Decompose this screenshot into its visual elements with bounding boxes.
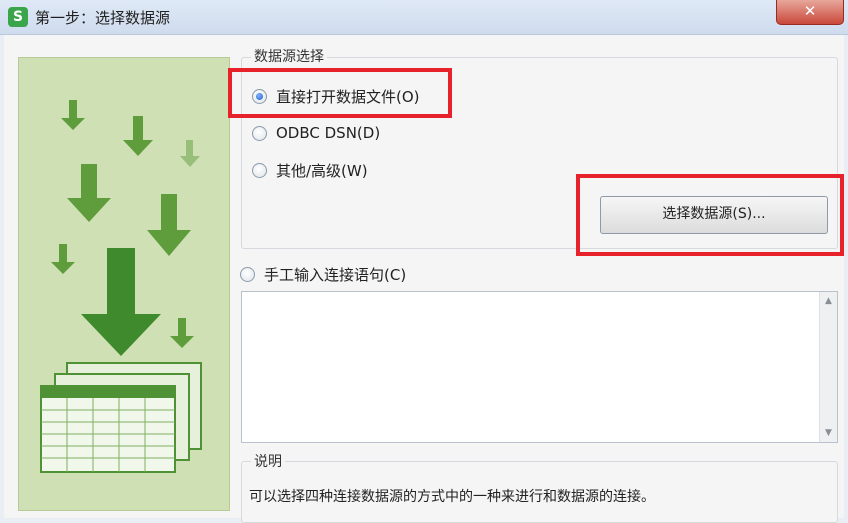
dialog-body: 数据源选择 直接打开数据文件(O) ODBC DSN(D) 其他/高级(W) 选… (4, 35, 844, 523)
radio-button-icon[interactable] (252, 162, 267, 178)
description-text: 可以选择四种连接数据源的方式中的一种来进行和数据源的连接。 (249, 489, 655, 505)
arrow-icon (123, 116, 153, 156)
arrow-icon (147, 194, 191, 256)
radio-manual-connection[interactable]: 手工输入连接语句(C) (240, 263, 406, 285)
spreadsheet-stack-icon (40, 362, 202, 473)
radio-other-advanced-label: 其他/高级(W) (276, 161, 368, 180)
highlight-box (576, 174, 844, 256)
arrow-icon (170, 318, 194, 348)
radio-button-icon[interactable] (240, 266, 255, 282)
arrow-icon (81, 248, 161, 356)
radio-manual-connection-label: 手工输入连接语句(C) (264, 265, 407, 284)
arrow-icon (67, 164, 111, 222)
vertical-scrollbar[interactable]: ▲ ▼ (819, 292, 837, 442)
connection-string-textarea[interactable]: ▲ ▼ (241, 291, 838, 443)
close-button[interactable]: ✕ (776, 0, 844, 25)
wizard-illustration (18, 57, 230, 511)
radio-button-icon[interactable] (252, 125, 267, 141)
description-group-legend: 说明 (251, 451, 285, 471)
datasource-group-legend: 数据源选择 (251, 46, 327, 66)
radio-other-advanced[interactable]: 其他/高级(W) (252, 159, 368, 181)
arrow-icon (51, 244, 75, 274)
title-bar: S 第一步：选择数据源 ✕ (0, 0, 848, 35)
radio-odbc-dsn[interactable]: ODBC DSN(D) (252, 122, 380, 144)
highlight-box (228, 68, 452, 118)
radio-odbc-dsn-label: ODBC DSN(D) (276, 124, 381, 142)
scroll-up-arrow-icon[interactable]: ▲ (820, 296, 837, 306)
arrow-icon (61, 100, 85, 130)
app-logo-icon: S (8, 7, 28, 27)
window-title: 第一步：选择数据源 (35, 9, 171, 27)
arrow-icon (180, 140, 200, 167)
scroll-down-arrow-icon[interactable]: ▼ (820, 428, 837, 438)
